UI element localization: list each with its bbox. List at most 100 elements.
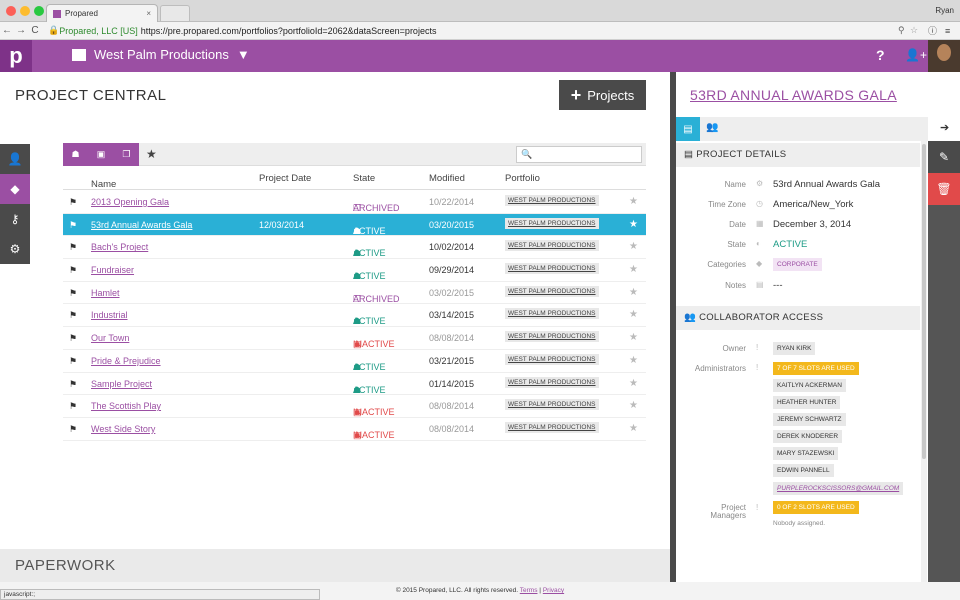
portfolio-tag[interactable]: WEST PALM PRODUCTIONS	[505, 421, 599, 433]
name-value[interactable]: 53rd Annual Awards Gala	[773, 179, 880, 190]
admin-email-tag[interactable]: PURPLEROCKSCISSORS@GMAIL.COM	[773, 482, 904, 495]
favorite-star-icon[interactable]: ★	[629, 423, 638, 434]
portfolio-tag[interactable]: WEST PALM PRODUCTIONS	[505, 195, 599, 206]
flag-icon[interactable]: ⚑	[69, 288, 77, 299]
project-name-link[interactable]: West Side Story	[91, 424, 155, 434]
new-tab-button[interactable]	[160, 5, 190, 21]
close-window-icon[interactable]	[6, 6, 16, 16]
notes-value[interactable]: ---	[773, 280, 783, 291]
portfolio-tag[interactable]: WEST PALM PRODUCTIONS	[505, 285, 599, 297]
propared-logo[interactable]: p	[0, 40, 32, 72]
edit-pencil-icon[interactable]: ✎	[928, 141, 960, 173]
favorite-star-icon[interactable]: ★	[629, 219, 638, 230]
date-value[interactable]: December 3, 2014	[773, 219, 851, 230]
flag-icon[interactable]: ⚑	[69, 379, 77, 390]
table-row[interactable]: ⚑ Fundraiser ☗ ACTIVE 09/29/2014 WEST PALM P…	[63, 259, 646, 282]
url-field[interactable]: 🔒 Propared, LLC [US] https://pre.propare…	[48, 24, 436, 38]
browser-user[interactable]: Ryan	[935, 6, 954, 15]
column-date[interactable]: Project Date	[259, 173, 311, 184]
zoom-icon[interactable]: ⚲	[898, 25, 905, 36]
help-button[interactable]: ?	[876, 47, 885, 63]
column-portfolio[interactable]: Portfolio	[505, 173, 540, 184]
projects-nav-icon[interactable]: ◆	[0, 174, 30, 204]
owner-tag[interactable]: RYAN KIRK	[773, 342, 816, 355]
project-name-link[interactable]: Industrial	[91, 310, 128, 320]
table-row[interactable]: ⚑ Pride & Prejudice ☗ ACTIVE 03/21/2015 WEST…	[63, 350, 646, 373]
archived-filter-icon[interactable]: ❐	[122, 149, 130, 160]
menu-icon[interactable]: ≡	[945, 26, 950, 36]
table-row[interactable]: ⚑ Bach's Project ☗ ACTIVE 10/02/2014 WEST PA…	[63, 236, 646, 260]
back-icon[interactable]: ←	[0, 25, 14, 36]
close-tab-icon[interactable]: ×	[146, 9, 151, 18]
category-tag[interactable]: CORPORATE	[773, 258, 822, 271]
table-row[interactable]: ⚑ Industrial ☗ ACTIVE 03/14/2015 WEST PALM P…	[63, 304, 646, 328]
table-row[interactable]: ⚑ West Side Story ▣ INACTIVE 08/08/2014 WEST…	[63, 418, 646, 441]
admin-tag[interactable]: MARY STAZEWSKI	[773, 447, 839, 460]
flag-icon[interactable]: ⚑	[69, 220, 77, 231]
add-user-icon[interactable]: 👤+	[905, 48, 927, 62]
settings-nav-icon[interactable]: ⚙	[0, 234, 30, 264]
portfolio-tag[interactable]: WEST PALM PRODUCTIONS	[505, 308, 599, 320]
favorite-star-icon[interactable]: ★	[629, 241, 638, 252]
project-name-link[interactable]: 2013 Opening Gala	[91, 197, 169, 207]
active-filter-icon[interactable]: ☗	[72, 149, 80, 160]
project-name-link[interactable]: Pride & Prejudice	[91, 356, 161, 366]
flag-icon[interactable]: ⚑	[69, 356, 77, 367]
table-row[interactable]: ⚑ The Scottish Play ▣ INACTIVE 08/08/2014 WE…	[63, 395, 646, 418]
table-row[interactable]: ⚑ 2013 Opening Gala ❐ ARCHIVED 10/22/2014 WE…	[63, 191, 646, 214]
collaborators-tab-icon[interactable]: 👥	[706, 122, 718, 133]
favorite-star-icon[interactable]: ★	[629, 400, 638, 411]
org-switcher[interactable]: West Palm Productions ▼	[72, 47, 250, 62]
user-nav-icon[interactable]: 👤	[0, 144, 30, 174]
info-icon[interactable]: ⓘ	[928, 24, 937, 37]
favorite-star-icon[interactable]: ★	[629, 264, 638, 275]
flag-icon[interactable]: ⚑	[69, 310, 77, 321]
table-row[interactable]: ⚑ Hamlet ❐ ARCHIVED 03/02/2015 WEST PALM PRO…	[63, 282, 646, 305]
column-state[interactable]: State	[353, 173, 375, 184]
bookmark-star-icon[interactable]: ☆	[910, 25, 918, 36]
reload-icon[interactable]: C	[28, 25, 42, 36]
project-name-link[interactable]: Fundraiser	[91, 265, 134, 275]
scrollbar-thumb[interactable]	[922, 144, 926, 459]
favorite-star-icon[interactable]: ★	[629, 378, 638, 389]
project-name-link[interactable]: Our Town	[91, 333, 129, 343]
portfolio-tag[interactable]: WEST PALM PRODUCTIONS	[505, 399, 599, 411]
avatar[interactable]	[928, 40, 960, 72]
project-detail-title[interactable]: 53RD ANNUAL AWARDS GALA	[690, 87, 897, 103]
favorite-star-icon[interactable]: ★	[629, 332, 638, 343]
browser-tab[interactable]: Propared ×	[46, 4, 158, 22]
favorite-star-icon[interactable]: ★	[629, 355, 638, 366]
favorite-star-icon[interactable]: ★	[629, 287, 638, 298]
favorite-star-icon[interactable]: ★	[629, 196, 638, 207]
portfolio-tag[interactable]: WEST PALM PRODUCTIONS	[505, 331, 599, 343]
add-project-button[interactable]: + Projects	[559, 80, 646, 110]
portfolio-tag[interactable]: WEST PALM PRODUCTIONS	[505, 376, 599, 388]
admin-tag[interactable]: HEATHER HUNTER	[773, 396, 841, 409]
project-name-link[interactable]: Sample Project	[91, 379, 152, 389]
admin-tag[interactable]: EDWIN PANNELL	[773, 464, 834, 477]
flag-icon[interactable]: ⚑	[69, 401, 77, 412]
admin-tag[interactable]: DEREK KNODERER	[773, 430, 843, 443]
key-nav-icon[interactable]: ⚷	[0, 204, 30, 234]
project-name-link[interactable]: The Scottish Play	[91, 401, 161, 411]
delete-trash-icon[interactable]: 🗑	[928, 173, 960, 205]
details-tab-icon[interactable]: ▤	[676, 117, 700, 141]
flag-icon[interactable]: ⚑	[69, 424, 77, 435]
table-row[interactable]: ⚑ Sample Project ☗ ACTIVE 01/14/2015 WEST PA…	[63, 373, 646, 396]
flag-icon[interactable]: ⚑	[69, 265, 77, 276]
privacy-link[interactable]: Privacy	[543, 587, 564, 594]
flag-icon[interactable]: ⚑	[69, 242, 77, 253]
project-name-link[interactable]: Hamlet	[91, 288, 120, 298]
admin-tag[interactable]: JEREMY SCHWARTZ	[773, 413, 846, 426]
portfolio-tag[interactable]: WEST PALM PRODUCTIONS	[505, 353, 599, 365]
portfolio-tag[interactable]: WEST PALM PRODUCTIONS	[505, 217, 599, 229]
table-row[interactable]: ⚑ 53rd Annual Awards Gala 12/03/2014 ☗ ACTI…	[63, 213, 646, 237]
project-name-link[interactable]: 53rd Annual Awards Gala	[91, 220, 192, 230]
inactive-filter-icon[interactable]: ▣	[97, 149, 106, 160]
column-modified[interactable]: Modified	[429, 173, 465, 184]
terms-link[interactable]: Terms	[520, 587, 538, 594]
minimize-window-icon[interactable]	[20, 6, 30, 16]
timezone-value[interactable]: America/New_York	[773, 199, 853, 210]
admin-tag[interactable]: KAITLYN ACKERMAN	[773, 379, 846, 392]
flag-icon[interactable]: ⚑	[69, 197, 77, 208]
